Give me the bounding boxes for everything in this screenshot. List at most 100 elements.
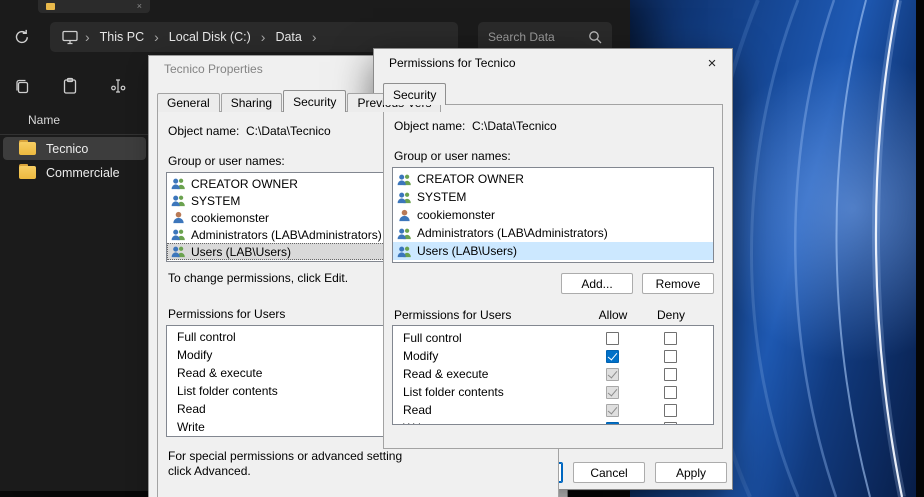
permission-name: Read & execute bbox=[403, 367, 583, 381]
refresh-button[interactable] bbox=[8, 24, 36, 50]
permission-name: List folder contents bbox=[403, 385, 583, 399]
group-name: Users (LAB\Users) bbox=[191, 245, 291, 259]
allow-checkbox[interactable] bbox=[606, 350, 619, 363]
permissions-header: Permissions for Users Allow Deny bbox=[392, 308, 714, 325]
group-name: cookiemonster bbox=[417, 208, 495, 222]
breadcrumb-chevron-icon[interactable]: › bbox=[84, 29, 91, 45]
explorer-toolbar bbox=[6, 71, 134, 101]
paste-button[interactable] bbox=[54, 71, 86, 101]
group-icon bbox=[171, 245, 186, 258]
breadcrumb-chevron-icon[interactable]: › bbox=[260, 29, 267, 45]
deny-checkbox[interactable] bbox=[664, 422, 677, 426]
group-icon bbox=[397, 245, 412, 258]
group-icon bbox=[397, 173, 412, 186]
group-name: CREATOR OWNER bbox=[417, 172, 524, 186]
refresh-icon bbox=[14, 29, 30, 45]
tab-security[interactable]: Security bbox=[283, 90, 346, 112]
deny-checkbox[interactable] bbox=[664, 386, 677, 399]
deny-checkbox[interactable] bbox=[664, 332, 677, 345]
desktop: × › This PC › Local Disk (C:) › Data › bbox=[0, 0, 924, 497]
file-item-commerciale[interactable]: Commerciale bbox=[3, 161, 146, 184]
apply-button[interactable]: Apply bbox=[655, 462, 727, 483]
column-divider bbox=[0, 134, 148, 135]
breadcrumb-chevron-icon[interactable]: › bbox=[153, 29, 160, 45]
group-list-item[interactable]: Administrators (LAB\Administrators) bbox=[393, 224, 713, 242]
tab-close-icon[interactable]: × bbox=[137, 2, 142, 11]
group-list-item[interactable]: cookiemonster bbox=[393, 206, 713, 224]
deny-checkbox[interactable] bbox=[664, 368, 677, 381]
tab-security[interactable]: Security bbox=[383, 83, 446, 105]
allow-checkbox[interactable] bbox=[606, 422, 619, 426]
security-tab-page: Object name: C:\Data\Tecnico Group or us… bbox=[383, 104, 723, 449]
permission-row: Read & execute bbox=[393, 365, 713, 383]
object-name-value: C:\Data\Tecnico bbox=[472, 119, 557, 133]
allow-column-header: Allow bbox=[584, 308, 642, 322]
deny-checkbox[interactable] bbox=[664, 350, 677, 363]
object-name-label: Object name: bbox=[168, 124, 246, 138]
advanced-hint-line1: For special permissions or advanced sett… bbox=[168, 449, 550, 464]
paste-icon bbox=[61, 77, 79, 95]
object-name-value: C:\Data\Tecnico bbox=[246, 124, 331, 138]
group-name: SYSTEM bbox=[191, 194, 240, 208]
tab-sharing[interactable]: Sharing bbox=[221, 93, 282, 112]
group-icon bbox=[171, 228, 186, 241]
permission-row: Read bbox=[393, 401, 713, 419]
cancel-button[interactable]: Cancel bbox=[573, 462, 645, 483]
permission-row: List folder contents bbox=[393, 383, 713, 401]
group-list-item[interactable]: CREATOR OWNER bbox=[393, 170, 713, 188]
breadcrumb-chevron-icon[interactable]: › bbox=[311, 29, 318, 45]
user-icon bbox=[397, 209, 412, 222]
breadcrumb-item-local-disk-c[interactable]: Local Disk (C:) bbox=[160, 22, 260, 52]
explorer-tab[interactable]: × bbox=[38, 0, 150, 13]
close-button[interactable]: × bbox=[692, 49, 732, 77]
permission-name: Read bbox=[403, 403, 583, 417]
copy-icon bbox=[13, 77, 31, 95]
allow-checkbox bbox=[606, 368, 619, 381]
permissions-for-users-label: Permissions for Users bbox=[394, 308, 584, 322]
permissions-dialog: Permissions for Tecnico × Security Objec… bbox=[373, 48, 733, 490]
permissions-checkbox-list: Full control Modify Read & execute List … bbox=[392, 325, 714, 425]
deny-column-header: Deny bbox=[642, 308, 700, 322]
group-names-label: Group or user names: bbox=[394, 149, 714, 163]
tab-general[interactable]: General bbox=[157, 93, 220, 112]
search-input[interactable] bbox=[488, 30, 580, 44]
permission-name: Full control bbox=[403, 331, 583, 345]
permission-row: Write bbox=[393, 419, 713, 425]
advanced-hint-line2: click Advanced. bbox=[168, 464, 550, 479]
group-name: SYSTEM bbox=[417, 190, 466, 204]
group-name: Users (LAB\Users) bbox=[417, 244, 517, 258]
screen-edge-strip bbox=[916, 0, 924, 497]
permission-row: Modify bbox=[393, 347, 713, 365]
deny-checkbox[interactable] bbox=[664, 404, 677, 417]
group-name: CREATOR OWNER bbox=[191, 177, 298, 191]
file-name: Commerciale bbox=[46, 166, 120, 180]
group-name: Administrators (LAB\Administrators) bbox=[191, 228, 382, 242]
group-icon bbox=[171, 177, 186, 190]
breadcrumb-item-this-pc[interactable]: This PC bbox=[91, 22, 153, 52]
this-pc-icon[interactable] bbox=[56, 30, 84, 45]
dialog-title: Tecnico Properties bbox=[164, 62, 263, 76]
group-list-item[interactable]: SYSTEM bbox=[393, 188, 713, 206]
copy-button[interactable] bbox=[6, 71, 38, 101]
group-list-item-selected[interactable]: Users (LAB\Users) bbox=[393, 242, 713, 260]
group-list: CREATOR OWNER SYSTEM cookiemonster Admin… bbox=[392, 167, 714, 263]
remove-button[interactable]: Remove bbox=[642, 273, 714, 294]
allow-checkbox bbox=[606, 386, 619, 399]
dialog-title: Permissions for Tecnico bbox=[389, 56, 516, 70]
permission-name: Write bbox=[403, 421, 583, 425]
group-icon bbox=[397, 227, 412, 240]
file-item-tecnico[interactable]: Tecnico bbox=[3, 137, 146, 160]
permissions-dialog-titlebar[interactable]: Permissions for Tecnico × bbox=[374, 49, 732, 77]
file-name: Tecnico bbox=[46, 142, 88, 156]
add-button[interactable]: Add... bbox=[561, 273, 633, 294]
search-icon bbox=[588, 30, 602, 44]
column-header-name[interactable]: Name bbox=[28, 113, 60, 127]
group-icon bbox=[397, 191, 412, 204]
permission-name: Modify bbox=[403, 349, 583, 363]
allow-checkbox bbox=[606, 404, 619, 417]
allow-checkbox[interactable] bbox=[606, 332, 619, 345]
breadcrumb-item-data[interactable]: Data bbox=[266, 22, 310, 52]
rename-button[interactable] bbox=[102, 71, 134, 101]
permissions-tab-strip: Security bbox=[383, 83, 732, 105]
folder-icon bbox=[19, 142, 36, 155]
